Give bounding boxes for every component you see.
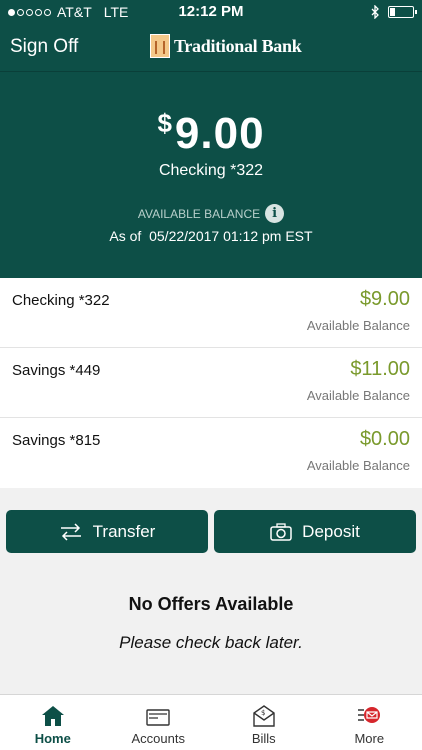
tab-label: Home [34,731,71,746]
tab-label: Accounts [131,731,185,746]
account-name: Checking *322 [12,292,110,309]
available-balance-label: AVAILABLE BALANCE i [0,204,422,223]
tab-accounts[interactable]: Accounts [106,695,212,750]
account-list: Checking *322 $9.00 Available Balance Sa… [0,278,422,488]
as-of-label: As of [109,228,142,244]
offers-subtitle: Please check back later. [119,633,303,652]
account-balance-label: Available Balance [306,388,410,403]
home-icon [41,706,64,726]
account-row[interactable]: Checking *322 $9.00 Available Balance [0,278,422,348]
bank-logo-icon [150,34,170,58]
tab-home[interactable]: Home [0,695,106,750]
brand-logo: Traditional Bank [150,34,302,58]
transfer-button[interactable]: Transfer [6,510,208,553]
tab-label: Bills [251,731,276,746]
currency-symbol: $ [157,108,173,138]
account-balance: $9.00 [359,288,410,310]
top-nav: Sign Off Traditional Bank [0,24,422,72]
account-balance: $0.00 [359,428,410,450]
battery-icon [388,6,417,18]
account-balance: $11.00 [350,358,410,380]
account-balance-label: Available Balance [306,318,410,333]
tab-label: More [354,731,385,746]
offers-title: No Offers Available [128,594,294,614]
hero-account-name: Checking *322 [158,162,264,179]
offers-panel: No Offers Available Please check back la… [12,574,410,692]
bluetooth-icon [371,5,379,19]
tab-more[interactable]: More [317,695,422,750]
hero-balance: $9.00 [0,108,422,159]
account-name: Savings *449 [12,362,101,379]
bill-envelope-icon: $ [253,705,275,727]
account-row[interactable]: Savings *815 $0.00 Available Balance [0,418,422,488]
as-of-value: 05/22/2017 01:12 pm EST [149,228,313,244]
wallet-icon [146,709,170,726]
brand-name: Traditional Bank [174,35,302,56]
sign-off-button[interactable]: Sign Off [10,36,78,58]
deposit-label: Deposit [302,521,360,541]
tab-bills[interactable]: $ Bills [211,695,317,750]
balance-amount: 9.00 [174,109,265,158]
camera-icon [270,522,292,541]
status-time: 12:12 PM [178,3,244,20]
account-name: Savings *815 [12,432,101,449]
action-buttons: Transfer Deposit [0,510,422,554]
more-menu-icon [358,707,381,723]
svg-text:$: $ [261,709,265,717]
transfer-arrows-icon [60,522,81,541]
deposit-button[interactable]: Deposit [214,510,416,553]
account-balance-label: Available Balance [306,458,410,473]
status-right [371,5,417,19]
status-bar: AT&T LTE 12:12 PM [0,0,422,24]
bottom-tab-bar: Home Accounts $ Bills More [0,694,422,750]
as-of-date: As of 05/22/2017 01:12 pm EST [0,228,422,244]
account-row[interactable]: Savings *449 $11.00 Available Balance [0,348,422,418]
available-balance-text: AVAILABLE BALANCE [137,206,261,221]
info-icon[interactable]: i [265,204,285,223]
balance-hero: $9.00 Checking *322 AVAILABLE BALANCE i … [0,72,422,278]
transfer-label: Transfer [92,521,156,541]
